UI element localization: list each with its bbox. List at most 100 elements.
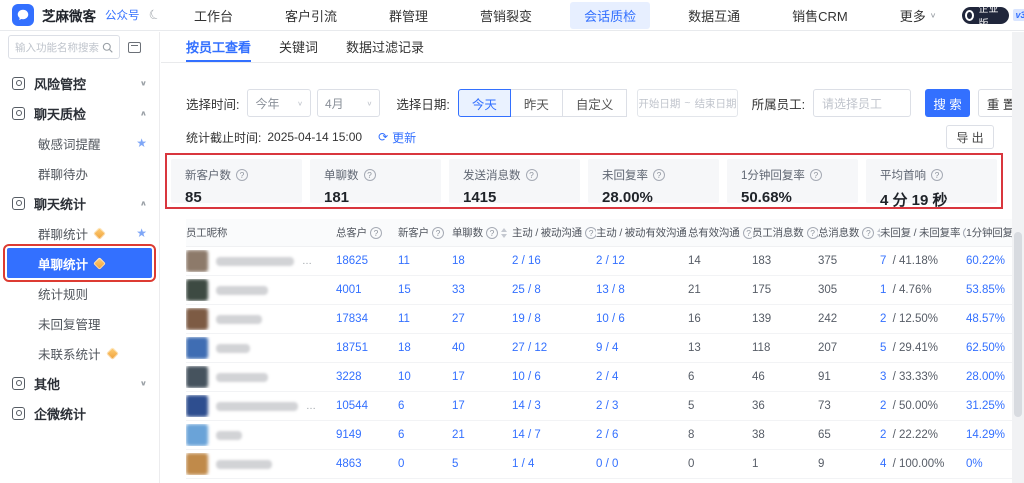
date-quick-button[interactable]: 昨天	[510, 89, 563, 117]
active-passive-valid-value[interactable]: 2 / 4	[596, 371, 618, 383]
help-icon[interactable]: ?	[486, 227, 498, 239]
help-icon[interactable]: ?	[743, 227, 753, 239]
active-passive-value[interactable]: 25 / 8	[512, 284, 541, 296]
unreplied-count-value[interactable]: 4	[880, 458, 886, 470]
col-active-passive-valid[interactable]: 主动 / 被动有效沟通?	[596, 225, 688, 240]
active-passive-valid-value[interactable]: 13 / 8	[596, 284, 625, 296]
help-icon[interactable]: ?	[585, 227, 596, 239]
total-customers-value[interactable]: 18751	[336, 342, 368, 354]
sidebar-group[interactable]: 企微统计	[0, 398, 159, 428]
staff-select-input[interactable]: 请选择员工	[813, 89, 911, 117]
chat-count-value[interactable]: 21	[452, 429, 465, 441]
help-icon[interactable]: ?	[370, 227, 382, 239]
one-minute-rate-value[interactable]: 28.00%	[966, 371, 1005, 383]
sidebar-group[interactable]: 风险管控 ∨	[0, 68, 159, 98]
new-customers-value[interactable]: 6	[398, 400, 404, 412]
chat-count-value[interactable]: 40	[452, 342, 465, 354]
nav-item[interactable]: 更多 ∨	[886, 2, 951, 29]
help-icon[interactable]: ?	[931, 169, 943, 181]
active-passive-valid-value[interactable]: 0 / 0	[596, 458, 618, 470]
total-customers-value[interactable]: 3228	[336, 371, 362, 383]
chat-count-value[interactable]: 18	[452, 255, 465, 267]
date-quick-button[interactable]: 今天	[458, 89, 511, 117]
help-icon[interactable]: ?	[810, 169, 822, 181]
new-customers-value[interactable]: 18	[398, 342, 411, 354]
official-account-link[interactable]: 公众号	[105, 7, 140, 23]
active-passive-value[interactable]: 10 / 6	[512, 371, 541, 383]
sidebar-group[interactable]: 其他 ∨	[0, 368, 159, 398]
sidebar-item[interactable]: 未联系统计	[0, 338, 159, 368]
unreplied-count-value[interactable]: 2	[880, 400, 886, 412]
active-passive-value[interactable]: 14 / 3	[512, 400, 541, 412]
sidebar-item[interactable]: 群聊待办	[0, 158, 159, 188]
total-customers-value[interactable]: 4001	[336, 284, 362, 296]
export-button[interactable]: 导 出	[946, 125, 994, 149]
nav-item[interactable]: 营销裂变	[466, 2, 546, 29]
unreplied-count-value[interactable]: 1	[880, 284, 886, 296]
help-icon[interactable]: ?	[653, 169, 665, 181]
one-minute-rate-value[interactable]: 14.29%	[966, 429, 1005, 441]
active-passive-value[interactable]: 19 / 8	[512, 313, 541, 325]
vertical-scrollbar-thumb[interactable]	[1014, 232, 1022, 417]
total-customers-value[interactable]: 9149	[336, 429, 362, 441]
one-minute-rate-value[interactable]: 53.85%	[966, 284, 1005, 296]
help-icon[interactable]: ?	[364, 169, 376, 181]
new-customers-value[interactable]: 10	[398, 371, 411, 383]
one-minute-rate-value[interactable]: 31.25%	[966, 400, 1005, 412]
active-passive-valid-value[interactable]: 2 / 3	[596, 400, 618, 412]
tab[interactable]: 按员工查看	[186, 32, 251, 62]
nav-item[interactable]: 数据互通	[674, 2, 754, 29]
one-minute-rate-value[interactable]: 48.57%	[966, 313, 1005, 325]
chat-count-value[interactable]: 33	[452, 284, 465, 296]
sidebar-group[interactable]: 聊天统计 ∧	[0, 188, 159, 218]
unreplied-count-value[interactable]: 5	[880, 342, 886, 354]
col-total-valid[interactable]: 总有效沟通?	[688, 225, 752, 240]
col-total-messages[interactable]: 总消息数?	[818, 225, 880, 240]
sidebar-item[interactable]: 统计规则	[0, 278, 159, 308]
tab[interactable]: 关键词	[279, 32, 318, 62]
new-customers-value[interactable]: 11	[398, 255, 410, 267]
search-button[interactable]: 搜 索	[925, 89, 971, 117]
one-minute-rate-value[interactable]: 60.22%	[966, 255, 1005, 267]
one-minute-rate-value[interactable]: 62.50%	[966, 342, 1005, 354]
col-staff-messages[interactable]: 员工消息数?	[752, 225, 818, 240]
refresh-link[interactable]: ⟳ 更新	[378, 129, 416, 146]
search-input[interactable]: 输入功能名称搜索	[8, 35, 120, 59]
sidebar-group[interactable]: 聊天质检 ∧	[0, 98, 159, 128]
new-customers-value[interactable]: 0	[398, 458, 404, 470]
col-unreplied[interactable]: 未回复 / 未回复率?	[880, 225, 966, 240]
active-passive-valid-value[interactable]: 2 / 6	[596, 429, 618, 441]
chat-count-value[interactable]: 27	[452, 313, 465, 325]
total-customers-value[interactable]: 4863	[336, 458, 362, 470]
active-passive-valid-value[interactable]: 9 / 4	[596, 342, 618, 354]
nav-item[interactable]: 工作台	[180, 2, 247, 29]
nav-item[interactable]: 会话质检	[570, 2, 650, 29]
active-passive-value[interactable]: 1 / 4	[512, 458, 534, 470]
nav-item[interactable]: 销售CRM	[778, 2, 862, 29]
chat-count-value[interactable]: 17	[452, 371, 465, 383]
active-passive-valid-value[interactable]: 2 / 12	[596, 255, 625, 267]
panel-toggle-icon[interactable]	[128, 42, 141, 53]
total-customers-value[interactable]: 18625	[336, 255, 368, 267]
total-customers-value[interactable]: 17834	[336, 313, 368, 325]
active-passive-value[interactable]: 27 / 12	[512, 342, 547, 354]
one-minute-rate-value[interactable]: 0%	[966, 458, 983, 470]
theme-moon-icon[interactable]: ☾	[146, 5, 163, 24]
unreplied-count-value[interactable]: 7	[880, 255, 886, 267]
date-quick-button[interactable]: 自定义	[562, 89, 628, 117]
total-customers-value[interactable]: 10544	[336, 400, 368, 412]
new-customers-value[interactable]: 11	[398, 313, 410, 325]
help-icon[interactable]: ?	[526, 169, 538, 181]
help-icon[interactable]: ?	[236, 169, 248, 181]
favorite-star-icon[interactable]: ★	[136, 226, 147, 240]
sidebar-item[interactable]: 群聊统计 ★	[0, 218, 159, 248]
active-passive-value[interactable]: 2 / 16	[512, 255, 541, 267]
nav-item[interactable]: 客户引流	[271, 2, 351, 29]
help-icon[interactable]: ?	[432, 227, 444, 239]
col-active-passive[interactable]: 主动 / 被动沟通?	[512, 225, 596, 240]
favorite-star-icon[interactable]: ★	[136, 136, 147, 150]
sort-icon[interactable]	[501, 228, 507, 238]
unreplied-count-value[interactable]: 2	[880, 313, 886, 325]
sidebar-item[interactable]: 敏感词提醒 ★	[0, 128, 159, 158]
active-passive-value[interactable]: 14 / 7	[512, 429, 541, 441]
